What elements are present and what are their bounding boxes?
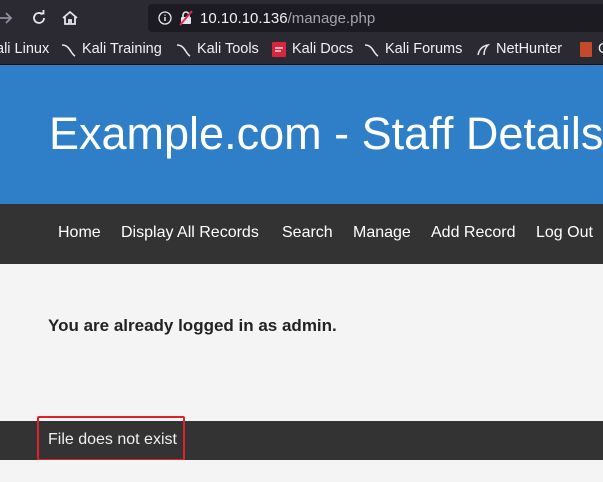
url-path: /manage.php xyxy=(287,10,376,27)
bookmarks-bar: ali Linux Kali Training Kali Tools Kali … xyxy=(0,36,603,65)
main-content: You are already logged in as admin. xyxy=(0,264,603,421)
bookmark-label: Kali Training xyxy=(82,41,162,57)
site-header: Example.com - Staff Details xyxy=(0,65,603,204)
nav-manage[interactable]: Manage xyxy=(353,224,411,242)
kali-dragon-icon xyxy=(176,43,191,57)
kali-dragon-icon xyxy=(61,43,76,57)
nav-log-out[interactable]: Log Out xyxy=(536,224,593,242)
url-host: 10.10.10.136 xyxy=(200,10,288,27)
kali-docs-icon xyxy=(272,41,286,57)
forward-arrow-icon xyxy=(0,12,13,24)
home-button[interactable] xyxy=(58,6,82,30)
insecure-lock-icon[interactable] xyxy=(178,10,194,26)
main-nav: Home Display All Records Search Manage A… xyxy=(0,204,603,264)
nav-add-record[interactable]: Add Record xyxy=(431,224,516,242)
home-icon xyxy=(62,10,78,25)
offsec-icon xyxy=(580,41,592,57)
bookmark-kali-training[interactable]: Kali Training xyxy=(61,41,162,57)
nav-display-all-records[interactable]: Display All Records xyxy=(121,224,259,242)
browser-toolbar: 10.10.10.136/manage.php xyxy=(0,0,603,36)
bookmark-kali-docs[interactable]: Kali Docs xyxy=(272,41,353,57)
bookmark-label: G xyxy=(598,41,603,57)
bookmark-kali-tools[interactable]: Kali Tools xyxy=(176,41,259,57)
bookmark-label: Kali Tools xyxy=(197,41,259,57)
bookmark-nethunter[interactable]: NetHunter xyxy=(476,41,562,57)
nethunter-icon xyxy=(477,43,490,55)
forward-button[interactable] xyxy=(0,6,18,30)
bookmark-offsec[interactable]: G xyxy=(580,41,603,57)
nav-search[interactable]: Search xyxy=(282,224,333,242)
reload-button[interactable] xyxy=(27,6,51,30)
url-bar[interactable]: 10.10.10.136/manage.php xyxy=(148,4,603,32)
highlight-box xyxy=(37,416,185,461)
login-status-message: You are already logged in as admin. xyxy=(48,316,337,335)
nav-home[interactable]: Home xyxy=(58,224,101,242)
url-text[interactable]: 10.10.10.136/manage.php xyxy=(200,10,375,27)
kali-dragon-icon xyxy=(364,43,379,57)
bookmark-label: ali Linux xyxy=(0,41,50,57)
page-bottom xyxy=(0,460,603,482)
info-icon[interactable] xyxy=(158,11,172,25)
reload-icon xyxy=(33,10,45,24)
bookmark-kali-linux[interactable]: ali Linux xyxy=(0,41,49,57)
bookmark-label: Kali Docs xyxy=(292,41,354,57)
bookmark-label: NetHunter xyxy=(496,41,563,57)
site-title: Example.com - Staff Details xyxy=(49,108,603,159)
bookmark-kali-forums[interactable]: Kali Forums xyxy=(364,41,462,57)
bookmark-label: Kali Forums xyxy=(385,41,463,57)
